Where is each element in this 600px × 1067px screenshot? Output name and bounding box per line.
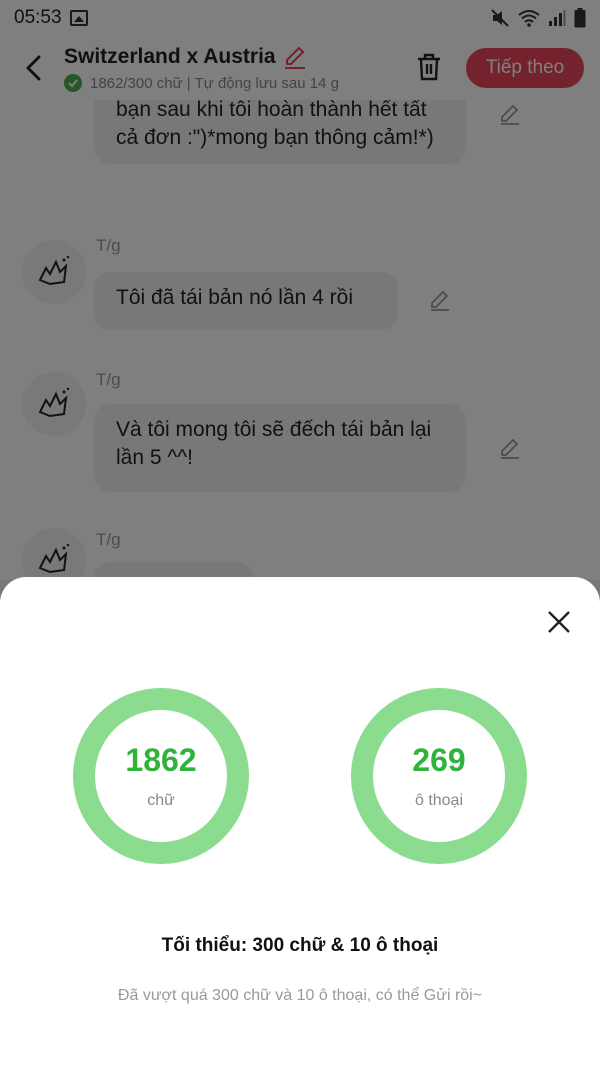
dialogue-count-value: 269	[412, 742, 466, 778]
close-button[interactable]	[542, 605, 576, 639]
word-count-ring: 1862 chữ	[73, 688, 249, 864]
dialogue-count-ring: 269 ô thoại	[351, 688, 527, 864]
stats-bottom-sheet: 1862 chữ 269 ô thoại Tối thiểu: 300 chữ …	[0, 577, 600, 1067]
word-count-unit: chữ	[147, 792, 175, 809]
dialogue-count-unit: ô thoại	[414, 792, 464, 809]
minimum-requirement: Tối thiểu: 300 chữ & 10 ô thoại	[161, 935, 439, 956]
close-icon	[548, 611, 570, 633]
word-count-value: 1862	[125, 742, 197, 778]
requirement-note: Đã vượt quá 300 chữ và 10 ô thoại, có th…	[117, 987, 483, 1004]
